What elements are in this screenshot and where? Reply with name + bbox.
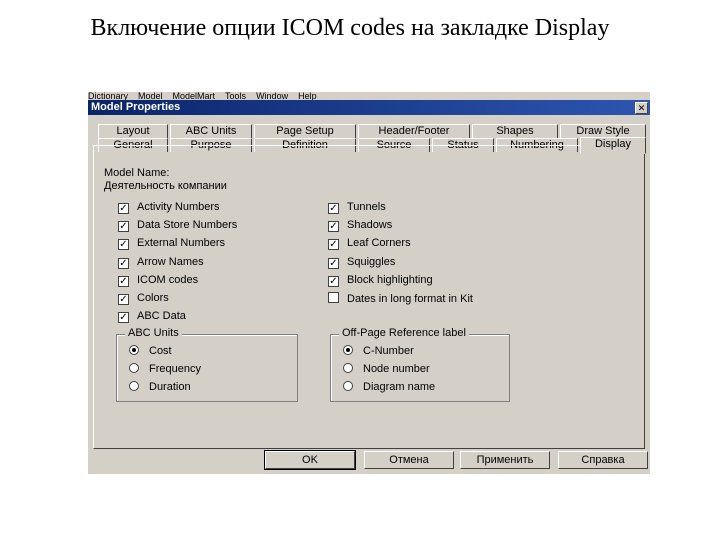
tab-header-footer[interactable]: Header/Footer bbox=[358, 124, 470, 138]
checkbox-checked-icon[interactable]: ✓ bbox=[328, 221, 339, 233]
checkbox-checked-icon[interactable]: ✓ bbox=[118, 203, 129, 214]
model-properties-dialog: Dictionary Model ModelMart Tools Window Help … bbox=[88, 92, 650, 474]
radio-row[interactable]: Duration bbox=[129, 381, 191, 395]
radio-label: Frequency bbox=[149, 363, 201, 375]
radio-label: Node number bbox=[363, 363, 430, 375]
radio-unselected-icon[interactable] bbox=[343, 363, 353, 373]
option-label: Leaf Corners bbox=[347, 237, 411, 250]
dialog-title: Model Properties bbox=[91, 101, 181, 113]
close-icon: ✕ bbox=[637, 103, 646, 113]
abc-units-group-title: ABC Units bbox=[125, 327, 182, 339]
radio-row[interactable]: Frequency bbox=[129, 363, 201, 377]
option-label: Tunnels bbox=[347, 201, 386, 213]
slide-title: Включение опции ICOM codes на закладке D… bbox=[90, 15, 610, 41]
checkbox-checked-icon[interactable]: ✓ bbox=[118, 275, 129, 287]
option-row[interactable]: ✓ Activity Numbers bbox=[118, 201, 220, 215]
checkbox-checked-icon[interactable]: ✓ bbox=[328, 203, 339, 214]
radio-row[interactable]: Diagram name bbox=[343, 381, 435, 395]
menu-model[interactable]: Model bbox=[138, 92, 163, 100]
option-row[interactable]: ✓ Tunnels bbox=[328, 201, 386, 215]
menu-window[interactable]: Window bbox=[256, 92, 288, 100]
radio-row[interactable]: Cost bbox=[129, 345, 172, 359]
checkbox-checked-icon[interactable]: ✓ bbox=[118, 221, 129, 233]
tab-abc-units[interactable]: ABC Units bbox=[170, 124, 252, 138]
radio-label: Diagram name bbox=[363, 381, 436, 393]
dialog-titlebar: Model Properties ✕ bbox=[88, 100, 650, 115]
tab-row-1: Layout ABC Units Page Setup Header/Foote… bbox=[98, 124, 646, 138]
option-label: ABC Data bbox=[137, 310, 186, 323]
option-label: Activity Numbers bbox=[137, 201, 220, 213]
option-row[interactable]: ✓ Colors bbox=[118, 292, 169, 306]
radio-selected-icon[interactable] bbox=[129, 345, 139, 355]
abc-units-group: ABC Units Cost Frequency Duration bbox=[116, 327, 298, 402]
checkbox-checked-icon[interactable]: ✓ bbox=[328, 275, 339, 287]
option-row[interactable]: ✓ ABC Data bbox=[118, 310, 186, 324]
option-row[interactable]: ✓ Block highlighting bbox=[328, 274, 433, 288]
model-name-label: Model Name: bbox=[104, 167, 170, 179]
option-label: Block highlighting bbox=[347, 273, 433, 286]
radio-unselected-icon[interactable] bbox=[129, 381, 139, 391]
option-row[interactable]: Dates in long format in Kit bbox=[328, 292, 473, 306]
model-name-value: Деятельность компании bbox=[104, 180, 227, 192]
menu-dictionary[interactable]: Dictionary bbox=[88, 92, 128, 100]
checkbox-checked-icon[interactable]: ✓ bbox=[328, 257, 339, 269]
option-row[interactable]: ✓ ICOM codes bbox=[118, 274, 198, 288]
option-label: Colors bbox=[137, 292, 169, 304]
close-button[interactable]: ✕ bbox=[635, 102, 648, 114]
checkbox-checked-icon[interactable]: ✓ bbox=[118, 312, 129, 324]
help-button[interactable]: Справка bbox=[558, 451, 648, 469]
cancel-button[interactable]: Отмена bbox=[364, 451, 454, 469]
option-label: Dates in long format in Kit bbox=[347, 293, 473, 305]
option-row[interactable]: ✓ Squiggles bbox=[328, 256, 395, 270]
menu-tools[interactable]: Tools bbox=[225, 92, 246, 100]
tab-display[interactable]: Display bbox=[580, 137, 646, 154]
option-row[interactable]: ✓ External Numbers bbox=[118, 237, 225, 251]
off-page-group: Off-Page Reference label C-Number Node nu… bbox=[330, 327, 510, 402]
checkbox-checked-icon[interactable]: ✓ bbox=[118, 257, 129, 269]
option-label: Shadows bbox=[347, 219, 393, 232]
radio-label: C-Number bbox=[363, 345, 414, 357]
option-label: Squiggles bbox=[347, 255, 396, 268]
menu-help[interactable]: Help bbox=[298, 92, 317, 100]
option-row[interactable]: ✓ Leaf Corners bbox=[328, 237, 411, 251]
radio-label: Duration bbox=[149, 381, 191, 393]
menubar: Dictionary Model ModelMart Tools Window Help bbox=[88, 92, 650, 100]
option-label: Arrow Names bbox=[137, 255, 204, 268]
option-row[interactable]: ✓ Arrow Names bbox=[118, 256, 204, 270]
radio-unselected-icon[interactable] bbox=[129, 363, 139, 373]
radio-row[interactable]: Node number bbox=[343, 363, 430, 377]
checkbox-checked-icon[interactable]: ✓ bbox=[328, 239, 339, 251]
apply-button[interactable]: Применить bbox=[460, 451, 550, 469]
display-tab-panel: Model Name: Деятельность компании ✓ Activ… bbox=[93, 145, 645, 449]
option-label: Data Store Numbers bbox=[137, 219, 238, 232]
menu-modelmart[interactable]: ModelMart bbox=[173, 92, 216, 100]
checkbox-checked-icon[interactable]: ✓ bbox=[118, 294, 129, 305]
tab-draw-style[interactable]: Draw Style bbox=[560, 124, 646, 138]
ok-button[interactable]: OK bbox=[264, 450, 356, 470]
off-page-group-title: Off-Page Reference label bbox=[339, 327, 469, 339]
tab-shapes[interactable]: Shapes bbox=[472, 124, 558, 138]
option-row[interactable]: ✓ Data Store Numbers bbox=[118, 219, 237, 233]
option-label: ICOM codes bbox=[137, 273, 199, 286]
tab-page-setup[interactable]: Page Setup bbox=[254, 124, 356, 138]
checkbox-checked-icon[interactable]: ✓ bbox=[118, 239, 129, 251]
radio-unselected-icon[interactable] bbox=[343, 381, 353, 391]
radio-selected-icon[interactable] bbox=[343, 345, 353, 355]
checkbox-unchecked-icon[interactable] bbox=[328, 292, 339, 303]
option-label: External Numbers bbox=[137, 237, 226, 250]
radio-row[interactable]: C-Number bbox=[343, 345, 414, 359]
tab-layout[interactable]: Layout bbox=[98, 124, 168, 138]
radio-label: Cost bbox=[149, 345, 172, 357]
option-row[interactable]: ✓ Shadows bbox=[328, 219, 392, 233]
